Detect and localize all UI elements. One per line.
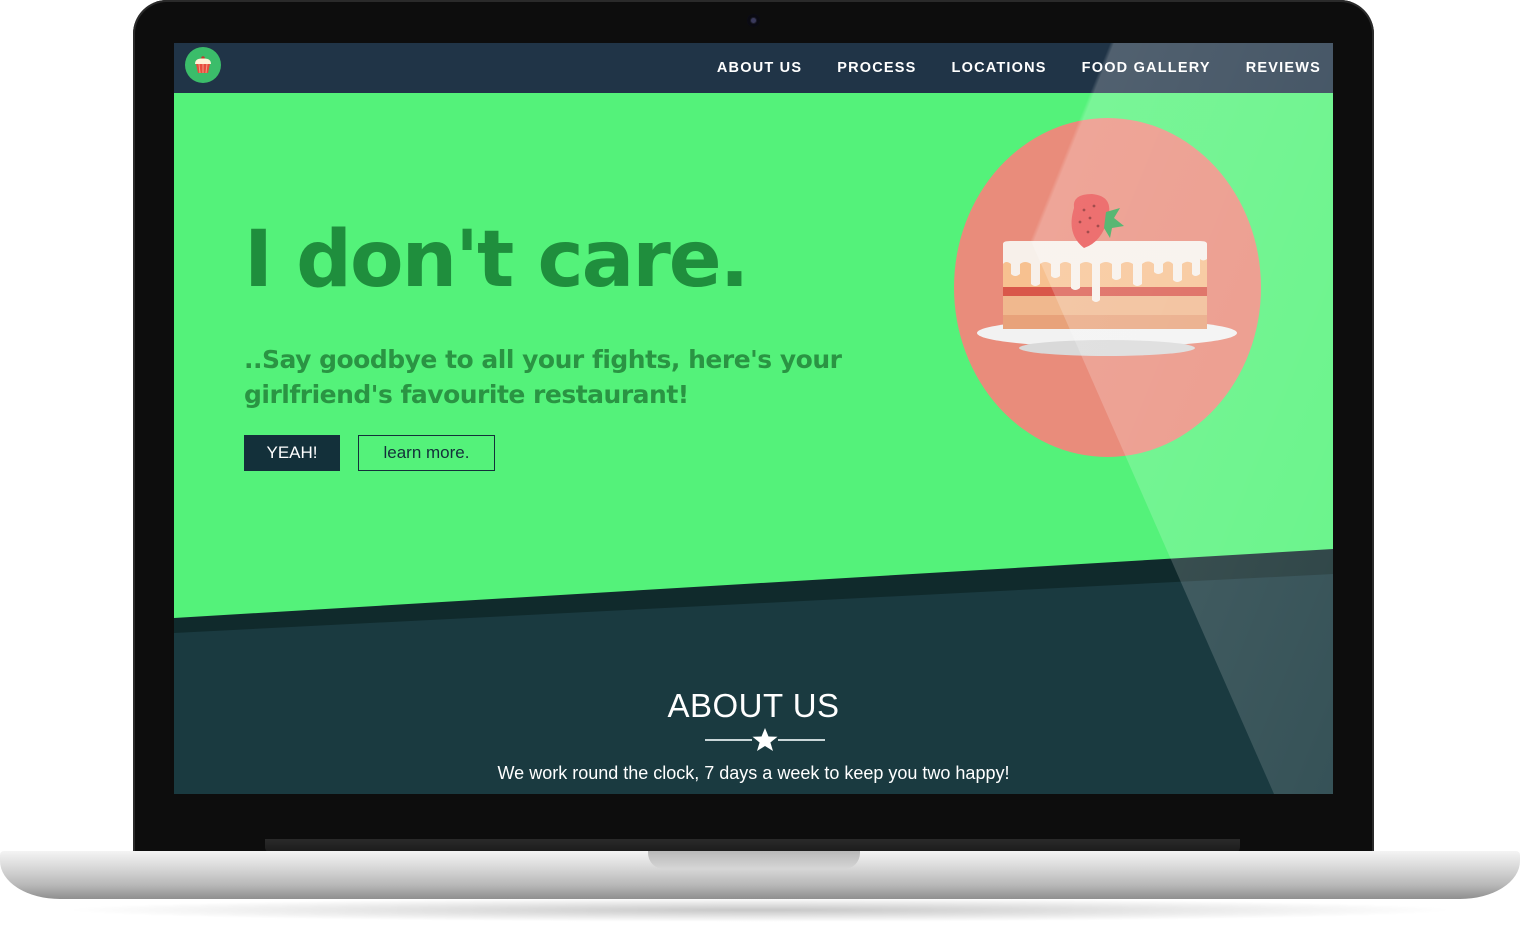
star-divider	[705, 728, 825, 751]
nav-links: ABOUT US PROCESS LOCATIONS FOOD GALLERY …	[682, 43, 1321, 93]
strawberry-cake-icon	[977, 194, 1237, 356]
webcam	[747, 14, 760, 27]
about-us-text: We work round the clock, 7 days a week t…	[497, 763, 1010, 783]
cupcake-logo-icon[interactable]	[185, 47, 221, 83]
hero-headline: I don't care.	[244, 215, 749, 305]
yeah-button[interactable]: YEAH!	[244, 435, 340, 471]
nav-locations[interactable]: LOCATIONS	[952, 60, 1047, 76]
nav-about-us[interactable]: ABOUT US	[717, 60, 802, 76]
navbar: ABOUT US PROCESS LOCATIONS FOOD GALLERY …	[174, 43, 1333, 93]
laptop-notch	[648, 851, 860, 869]
laptop-screen: ABOUT US PROCESS LOCATIONS FOOD GALLERY …	[174, 43, 1333, 794]
laptop-shadow	[60, 898, 1460, 922]
hero-subline: ..Say goodbye to all your fights, here's…	[244, 345, 842, 409]
nav-reviews[interactable]: REVIEWS	[1246, 60, 1321, 76]
about-us-title: ABOUT US	[667, 687, 840, 724]
star-icon	[752, 728, 778, 751]
nav-process[interactable]: PROCESS	[837, 60, 916, 76]
learn-more-button[interactable]: learn more.	[358, 435, 495, 471]
nav-food-gallery[interactable]: FOOD GALLERY	[1082, 60, 1211, 76]
